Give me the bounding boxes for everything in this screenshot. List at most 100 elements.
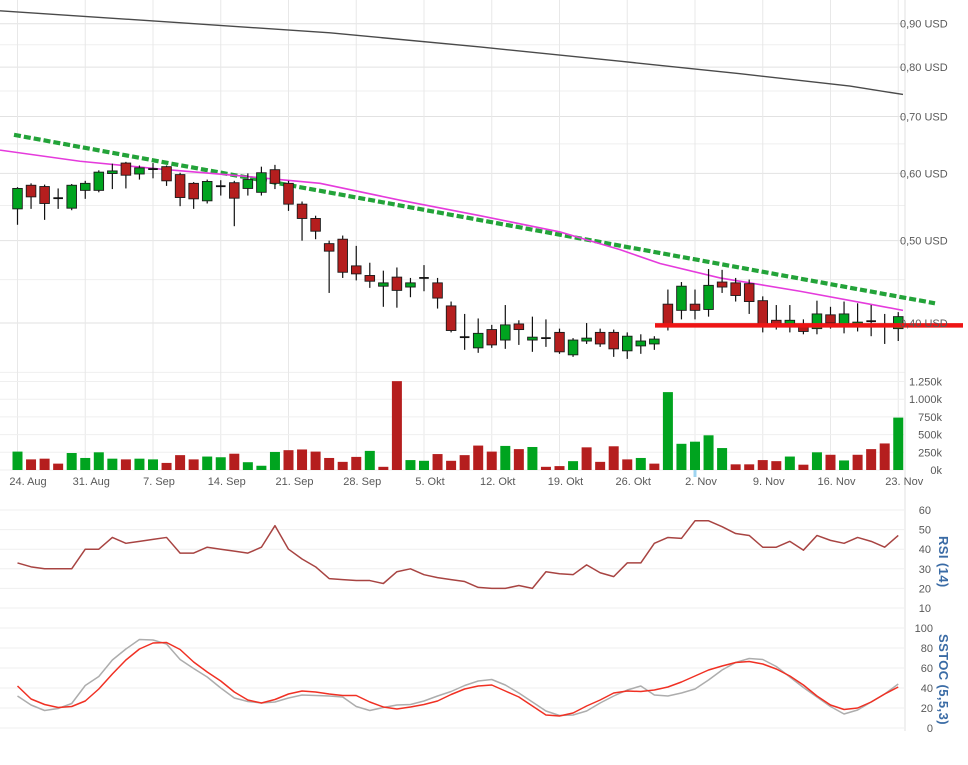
candle-body — [704, 285, 714, 309]
volume-bar — [839, 460, 849, 470]
candle-body — [568, 340, 578, 355]
volume-bar — [676, 444, 686, 470]
volume-bar — [392, 381, 402, 470]
volume-bar — [162, 463, 172, 470]
candle-body — [622, 336, 632, 351]
candle-body — [338, 239, 348, 272]
candle-body — [636, 341, 646, 346]
date-axis-label: 23. Nov — [885, 476, 923, 488]
price-axis-label: 0,90 USD — [900, 19, 948, 31]
volume-axis-label: 1.250k — [909, 377, 943, 389]
volume-bar — [121, 459, 131, 470]
candle-body — [230, 183, 240, 198]
volume-bar — [582, 447, 592, 470]
candle-body — [528, 337, 538, 340]
date-axis-label: 2. Nov — [685, 476, 717, 488]
volume-bar — [771, 461, 781, 470]
stoch-axis-label: 20 — [921, 703, 933, 715]
candle-body — [270, 170, 280, 184]
volume-bar — [243, 462, 253, 470]
volume-bar — [189, 459, 199, 470]
volume-bar — [13, 452, 23, 470]
volume-axis-label: 1.000k — [909, 394, 943, 406]
price-pane — [0, 11, 963, 359]
candle-body — [473, 333, 483, 348]
rsi-axis-label: 60 — [919, 505, 931, 517]
rsi-axis-label: 10 — [919, 603, 931, 615]
volume-bar — [744, 464, 754, 470]
candle-body — [826, 315, 836, 323]
volume-bar — [866, 449, 876, 470]
price-axis-label: 0,50 USD — [900, 236, 948, 248]
volume-bar — [378, 467, 388, 470]
volume-bar — [256, 466, 266, 470]
date-axis-label: 28. Sep — [343, 476, 381, 488]
doji-candle-body — [216, 185, 226, 187]
volume-bar — [311, 452, 321, 470]
volume-bar — [514, 449, 524, 470]
price-axis-label: 0,60 USD — [900, 168, 948, 180]
price-axis-label: 0,40 USD — [900, 318, 948, 330]
volume-bar — [338, 462, 348, 470]
rsi-pane-label: RSI (14) — [936, 536, 951, 588]
volume-bar — [690, 442, 700, 470]
stoch-axis-label: 80 — [921, 643, 933, 655]
candle-body — [108, 171, 118, 174]
candle-body — [67, 185, 77, 208]
volume-bar — [487, 452, 497, 470]
doji-candle-body — [541, 337, 551, 339]
date-axis-label: 7. Sep — [143, 476, 175, 488]
candle-body — [392, 277, 402, 290]
candle-body — [243, 180, 253, 189]
candle-body — [650, 339, 660, 344]
volume-bar — [595, 462, 605, 470]
doji-candle-body — [866, 320, 876, 322]
candle-body — [257, 173, 267, 193]
candle-body — [135, 168, 145, 174]
stoch-axis-label: 60 — [921, 663, 933, 675]
date-axis-label: 21. Sep — [276, 476, 314, 488]
volume-bar — [785, 457, 795, 470]
date-axis-label: 31. Aug — [73, 476, 110, 488]
candle-body — [26, 185, 36, 197]
stock-chart-canvas[interactable]: 0,90 USD0,80 USD0,70 USD0,60 USD0,50 USD… — [0, 0, 968, 765]
candle-body — [284, 183, 294, 204]
volume-bar — [731, 464, 741, 470]
date-axis-label: 5. Okt — [415, 476, 444, 488]
doji-candle-body — [53, 197, 63, 199]
price-axis-label: 0,80 USD — [900, 62, 948, 74]
volume-bar — [134, 459, 144, 470]
candle-body — [202, 181, 212, 200]
volume-bar — [80, 458, 90, 470]
candle-body — [555, 332, 565, 351]
volume-bar — [446, 461, 456, 470]
date-axis-label: 9. Nov — [753, 476, 785, 488]
candle-body — [351, 266, 361, 274]
volume-axis-label: 0k — [930, 465, 942, 477]
volume-bar — [26, 459, 36, 470]
candle-body — [744, 284, 754, 302]
volume-axis-label: 250k — [918, 447, 942, 459]
volume-axis-label: 500k — [918, 430, 942, 442]
volume-bar — [53, 464, 63, 470]
volume-bar — [67, 453, 77, 470]
volume-bar — [229, 454, 239, 470]
volume-bar — [555, 466, 565, 470]
volume-axis-label: 750k — [918, 412, 942, 424]
volume-bar — [284, 450, 294, 470]
rsi-axis-label: 50 — [919, 525, 931, 537]
volume-bar — [636, 458, 646, 470]
candle-body — [514, 324, 524, 330]
date-axis-label: 14. Sep — [208, 476, 246, 488]
volume-bar — [541, 467, 551, 470]
candle-body — [311, 218, 321, 231]
volume-bar — [351, 457, 361, 470]
volume-bar — [500, 446, 510, 470]
candle-body — [175, 175, 185, 198]
rsi-axis-label: 40 — [919, 544, 931, 556]
volume-bar — [826, 455, 836, 470]
rsi-pane — [18, 521, 899, 589]
candle-body — [40, 187, 50, 204]
volume-bar — [405, 460, 415, 470]
volume-bar — [202, 457, 212, 470]
